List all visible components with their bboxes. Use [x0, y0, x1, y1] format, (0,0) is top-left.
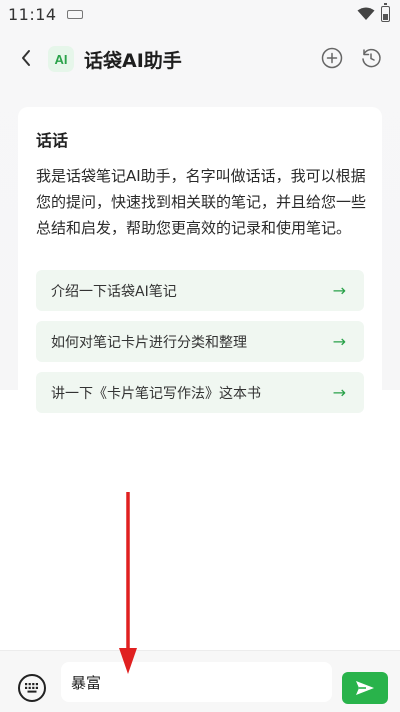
- status-bar: 11:14: [0, 0, 400, 28]
- assistant-intro-card: 话话 我是话袋笔记AI助手，名字叫做话话，我可以根据您的提问，快速找到相关联的笔…: [18, 107, 382, 422]
- keyboard-status-icon: [66, 9, 83, 19]
- ai-logo: AI: [48, 46, 74, 72]
- arrow-right-icon: →: [332, 383, 346, 402]
- suggestion-item[interactable]: 如何对笔记卡片进行分类和整理 →: [36, 321, 364, 362]
- annotation-arrow: [119, 492, 137, 674]
- new-chat-button[interactable]: [320, 46, 344, 70]
- suggestion-item[interactable]: 讲一下《卡片笔记写作法》这本书 →: [36, 372, 364, 413]
- keyboard-toggle-button[interactable]: [18, 674, 46, 702]
- send-icon: [356, 681, 374, 695]
- page-title: 话袋AI助手: [84, 50, 182, 72]
- suggestion-label: 如何对笔记卡片进行分类和整理: [51, 334, 247, 351]
- chevron-left-icon: [22, 50, 30, 66]
- status-right: [357, 3, 390, 22]
- arrow-right-icon: →: [332, 281, 346, 300]
- wifi-icon: [357, 7, 375, 20]
- history-button[interactable]: [359, 46, 383, 70]
- card-title: 话话: [36, 131, 69, 150]
- suggestion-item[interactable]: 介绍一下话袋AI笔记 →: [36, 270, 364, 311]
- keyboard-icon: [25, 683, 38, 693]
- app-header: AI 话袋AI助手: [0, 38, 400, 78]
- plus-circle-icon: [321, 47, 343, 69]
- battery-icon: [381, 3, 390, 22]
- status-time: 11:14: [8, 4, 57, 24]
- suggestion-label: 讲一下《卡片笔记写作法》这本书: [51, 385, 261, 402]
- chat-area: [0, 390, 400, 650]
- suggestion-list: 介绍一下话袋AI笔记 → 如何对笔记卡片进行分类和整理 → 讲一下《卡片笔记写作…: [36, 270, 364, 423]
- message-input[interactable]: [61, 662, 332, 702]
- history-clock-icon: [362, 48, 381, 68]
- card-description: 我是话袋笔记AI助手，名字叫做话话，我可以根据您的提问，快速找到相关联的笔记，并…: [36, 167, 367, 237]
- send-button[interactable]: [342, 672, 388, 704]
- arrow-right-icon: →: [332, 332, 346, 351]
- suggestion-label: 介绍一下话袋AI笔记: [51, 283, 177, 300]
- status-left: 11:14: [8, 5, 83, 24]
- back-button[interactable]: [16, 48, 36, 68]
